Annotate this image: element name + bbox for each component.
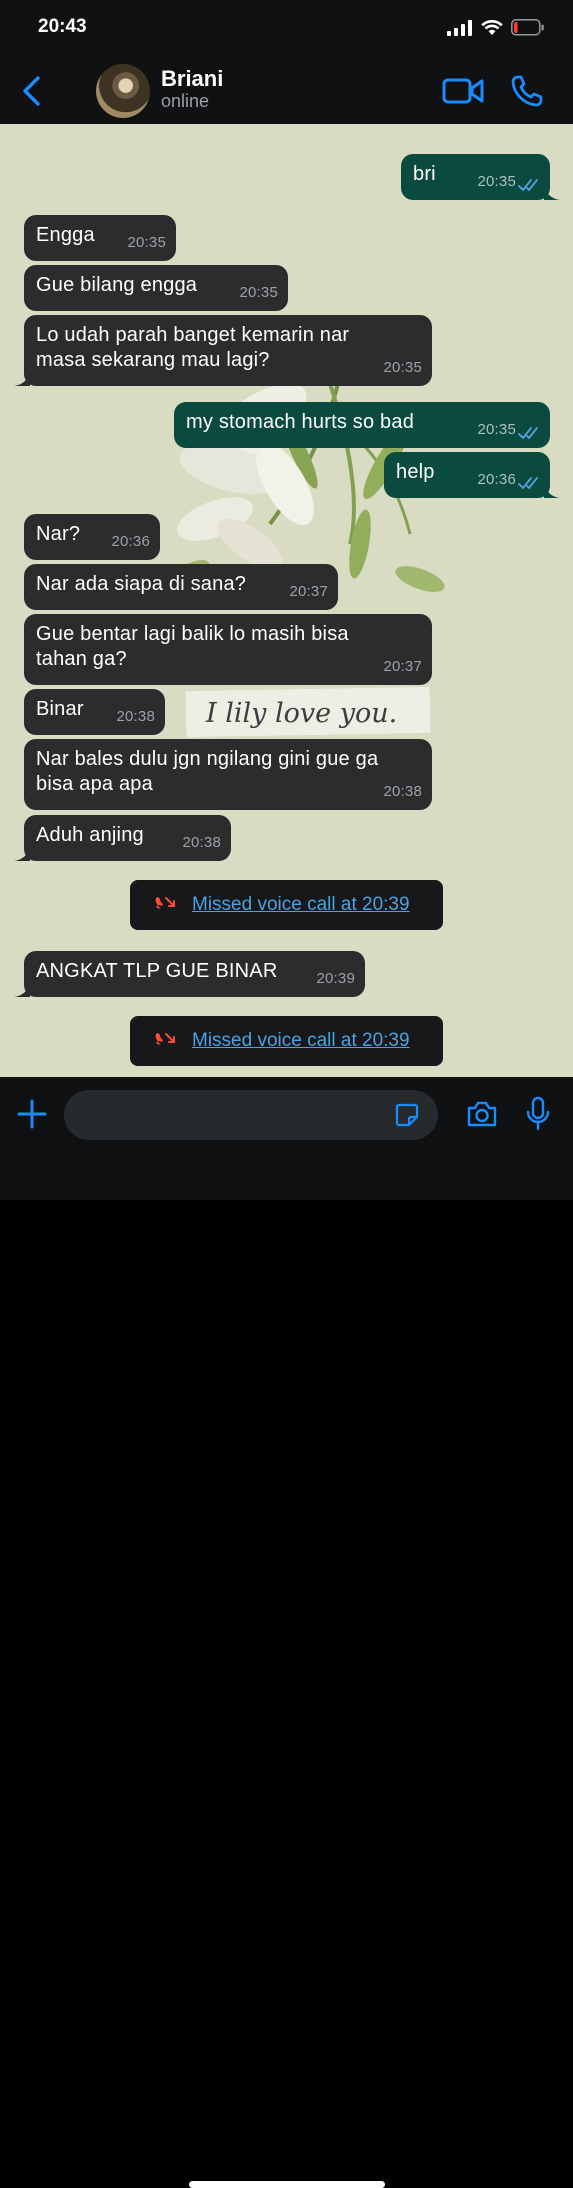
outgoing-message[interactable]: bri 20:35 [401, 154, 560, 200]
message-time: 20:35 [477, 173, 516, 190]
sticker-icon[interactable] [395, 1103, 419, 1127]
message-time: 20:38 [116, 708, 155, 725]
message-time: 20:37 [289, 583, 328, 600]
missed-call-text[interactable]: Missed voice call at 20:39 [192, 894, 410, 916]
wallpaper-caption: I lily love you. [205, 698, 397, 729]
missed-call-icon [155, 897, 175, 909]
message-time: 20:38 [182, 834, 221, 851]
double-check-icon [518, 179, 538, 191]
incoming-message[interactable]: Nar? 20:36 [24, 514, 160, 560]
input-bar [0, 1077, 573, 2188]
outgoing-message[interactable]: help 20:36 [384, 452, 560, 498]
chat-area[interactable]: I lily love you. bri 20:35 Engga 20:35 Gue b… [0, 124, 573, 1077]
contact-name[interactable]: Briani [161, 66, 223, 92]
camera-icon[interactable] [466, 1100, 498, 1128]
status-bar: 20:43 [0, 0, 573, 58]
microphone-icon[interactable] [526, 1096, 550, 1132]
message-text: ANGKAT TLP GUE BINAR [36, 960, 278, 982]
bubble-tail [14, 847, 30, 861]
home-indicator [189, 2181, 385, 2188]
incoming-message[interactable]: Nar ada siapa di sana? 20:37 [24, 564, 338, 610]
message-time: 20:35 [239, 284, 278, 301]
message-time: 20:36 [111, 533, 150, 550]
message-time: 20:35 [477, 421, 516, 438]
avatar[interactable] [96, 64, 150, 118]
bubble-tail [14, 372, 30, 386]
chevron-left-icon[interactable] [20, 74, 44, 108]
phone-icon[interactable] [510, 74, 544, 108]
missed-call-notice[interactable]: Missed voice call at 20:39 [130, 1016, 443, 1066]
double-check-icon [518, 427, 538, 439]
missed-call-icon [155, 1033, 175, 1045]
message-text: masa sekarang mau lagi? [36, 349, 270, 371]
message-text: Lo udah parah banget kemarin nar [36, 324, 350, 346]
message-time: 20:37 [383, 658, 422, 675]
incoming-message[interactable]: Gue bilang engga 20:35 [24, 265, 288, 311]
message-time: 20:38 [383, 783, 422, 800]
message-time: 20:39 [316, 970, 355, 987]
incoming-message[interactable]: Lo udah parah banget kemarin nar masa sek… [14, 315, 432, 386]
double-check-icon [518, 477, 538, 489]
bubble-tail [544, 186, 560, 200]
incoming-message[interactable]: Aduh anjing 20:38 [14, 815, 231, 861]
message-input[interactable] [64, 1090, 438, 1140]
incoming-message[interactable]: ANGKAT TLP GUE BINAR 20:39 [14, 951, 365, 997]
message-time: 20:35 [127, 234, 166, 251]
contact-status: online [161, 91, 210, 111]
chat-header: Briani online [0, 58, 573, 125]
message-time: 20:35 [383, 359, 422, 376]
bubble-tail [544, 484, 560, 498]
status-time: 20:43 [38, 16, 87, 37]
bubble-tail [14, 983, 30, 997]
incoming-message[interactable]: Nar bales dulu jgn ngilang gini gue ga bi… [24, 739, 432, 810]
message-text: help [396, 461, 435, 483]
message-text: tahan ga? [36, 648, 127, 670]
wifi-icon [481, 19, 503, 35]
missed-call-notice[interactable]: Missed voice call at 20:39 [130, 880, 443, 930]
status-icons [447, 19, 545, 36]
message-text: bisa apa apa [36, 773, 153, 795]
message-time: 20:36 [477, 471, 516, 488]
incoming-message[interactable]: Gue bentar lagi balik lo masih bisa tahan… [24, 614, 432, 685]
outgoing-message[interactable]: my stomach hurts so bad 20:35 [174, 402, 550, 448]
message-text: Gue bentar lagi balik lo masih bisa [36, 623, 349, 645]
message-text: Nar bales dulu jgn ngilang gini gue ga [36, 748, 379, 770]
plus-icon[interactable] [16, 1098, 48, 1130]
message-text: Nar ada siapa di sana? [36, 573, 247, 595]
incoming-message[interactable]: Binar 20:38 [24, 689, 165, 735]
video-camera-icon[interactable] [442, 76, 484, 106]
signal-icon [447, 19, 472, 36]
battery-icon [511, 19, 544, 36]
incoming-message[interactable]: Engga 20:35 [24, 215, 176, 261]
missed-call-text[interactable]: Missed voice call at 20:39 [192, 1030, 410, 1052]
